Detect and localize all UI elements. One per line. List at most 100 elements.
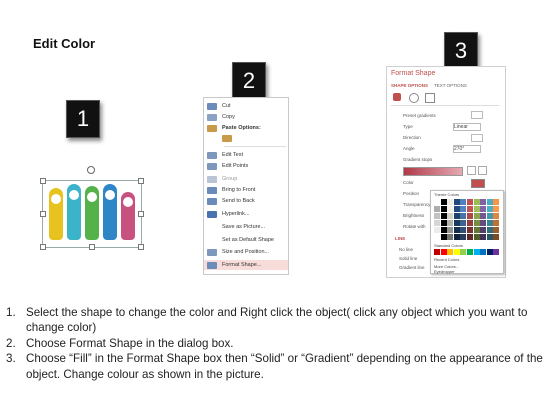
standard-color-swatch[interactable] (473, 249, 480, 255)
radio-no-line[interactable]: No line (399, 247, 413, 252)
color-swatch[interactable] (467, 199, 473, 205)
standard-color-swatch[interactable] (453, 249, 460, 255)
standard-color-swatch[interactable] (480, 249, 487, 255)
color-swatch[interactable] (486, 227, 493, 233)
color-swatch[interactable] (486, 199, 493, 205)
rotate-handle[interactable] (87, 166, 95, 174)
yellow-tube-shape[interactable] (49, 188, 63, 240)
resize-handle[interactable] (40, 244, 46, 250)
color-picker-button[interactable] (471, 179, 485, 188)
color-swatch[interactable] (460, 206, 467, 212)
color-swatch[interactable] (493, 213, 500, 219)
color-swatch[interactable] (467, 227, 473, 233)
blue-tube-shape[interactable] (103, 184, 117, 240)
standard-color-swatch[interactable] (440, 249, 447, 255)
color-swatch[interactable] (467, 206, 473, 212)
menu-item-hyperlink[interactable]: Hyperlink... (204, 209, 288, 219)
size-properties-icon[interactable] (425, 93, 435, 103)
color-swatch[interactable] (447, 227, 454, 233)
menu-item-send-to-back[interactable]: Send to Back (204, 196, 288, 206)
selected-shape-group[interactable] (40, 166, 144, 250)
color-swatch[interactable] (473, 199, 480, 205)
color-swatch[interactable] (434, 213, 440, 219)
color-swatch[interactable] (460, 220, 467, 226)
color-swatch[interactable] (493, 227, 500, 233)
menu-item-copy[interactable]: Copy (204, 112, 288, 122)
color-swatch[interactable] (460, 227, 467, 233)
color-swatch[interactable] (434, 227, 440, 233)
color-swatch[interactable] (480, 206, 487, 212)
remove-stop-icon[interactable] (478, 166, 487, 175)
menu-item-set-default-shape[interactable]: Set as Default Shape (204, 235, 288, 245)
angle-field[interactable]: 270° (453, 145, 481, 153)
color-swatch[interactable] (447, 213, 454, 219)
color-swatch[interactable] (440, 213, 447, 219)
color-swatch[interactable] (460, 234, 467, 240)
resize-handle[interactable] (138, 211, 144, 217)
color-swatch[interactable] (486, 206, 493, 212)
color-swatch[interactable] (453, 199, 460, 205)
standard-color-swatch[interactable] (447, 249, 454, 255)
standard-color-swatch[interactable] (486, 249, 493, 255)
resize-handle[interactable] (138, 244, 144, 250)
radio-gradient-line[interactable]: Gradient line (399, 265, 425, 270)
color-swatch[interactable] (486, 220, 493, 226)
direction-dropdown[interactable] (471, 134, 483, 142)
green-tube-shape[interactable] (85, 186, 99, 240)
type-dropdown[interactable]: Linear (453, 123, 481, 131)
paste-option-buttons[interactable] (204, 134, 288, 143)
color-swatch[interactable] (440, 220, 447, 226)
standard-color-swatch[interactable] (493, 249, 500, 255)
color-swatch[interactable] (453, 227, 460, 233)
color-swatch[interactable] (453, 234, 460, 240)
color-swatch[interactable] (460, 213, 467, 219)
menu-item-edit-points[interactable]: Edit Points (204, 161, 288, 171)
color-swatch[interactable] (447, 234, 454, 240)
color-swatch[interactable] (434, 220, 440, 226)
paste-keep-icon[interactable] (222, 135, 232, 142)
standard-color-swatch[interactable] (460, 249, 467, 255)
color-swatch[interactable] (440, 199, 447, 205)
menu-item-format-shape[interactable]: Format Shape... (204, 260, 288, 270)
color-swatch[interactable] (493, 234, 500, 240)
color-swatch[interactable] (473, 227, 480, 233)
color-swatch[interactable] (440, 227, 447, 233)
resize-handle[interactable] (40, 178, 46, 184)
resize-handle[interactable] (89, 244, 95, 250)
fill-line-icon[interactable] (393, 93, 401, 101)
color-swatch[interactable] (440, 234, 447, 240)
menu-item-cut[interactable]: Cut (204, 101, 288, 111)
menu-item-bring-to-front[interactable]: Bring to Front (204, 185, 288, 195)
menu-item-save-as-picture[interactable]: Save as Picture... (204, 222, 288, 232)
color-swatch[interactable] (480, 199, 487, 205)
color-swatch[interactable] (473, 206, 480, 212)
color-swatch[interactable] (480, 227, 487, 233)
teal-tube-shape[interactable] (67, 184, 81, 240)
color-swatch[interactable] (447, 220, 454, 226)
color-swatch[interactable] (467, 220, 473, 226)
color-swatch[interactable] (480, 234, 487, 240)
color-swatch[interactable] (480, 220, 487, 226)
color-swatch[interactable] (480, 213, 487, 219)
add-stop-icon[interactable] (467, 166, 476, 175)
color-swatch[interactable] (434, 234, 440, 240)
color-swatch[interactable] (453, 220, 460, 226)
color-swatch[interactable] (440, 206, 447, 212)
tab-shape-options[interactable]: SHAPE OPTIONS (391, 83, 428, 88)
resize-handle[interactable] (40, 211, 46, 217)
color-swatch[interactable] (447, 206, 454, 212)
preset-gradients-dropdown[interactable] (471, 111, 483, 119)
color-swatch[interactable] (473, 234, 480, 240)
color-swatch[interactable] (453, 213, 460, 219)
color-swatch[interactable] (447, 199, 454, 205)
color-swatch[interactable] (473, 220, 480, 226)
tab-text-options[interactable]: TEXT OPTIONS (434, 83, 467, 88)
pink-tube-shape[interactable] (121, 192, 135, 240)
menu-item-edit-text[interactable]: Edit Text (204, 150, 288, 160)
menu-item-group[interactable]: Group (204, 174, 288, 184)
color-swatch[interactable] (473, 213, 480, 219)
color-swatch[interactable] (486, 213, 493, 219)
color-swatch[interactable] (467, 213, 473, 219)
line-section-header[interactable]: LINE (395, 236, 405, 241)
eyedropper-link[interactable]: Eyedropper (434, 269, 455, 274)
